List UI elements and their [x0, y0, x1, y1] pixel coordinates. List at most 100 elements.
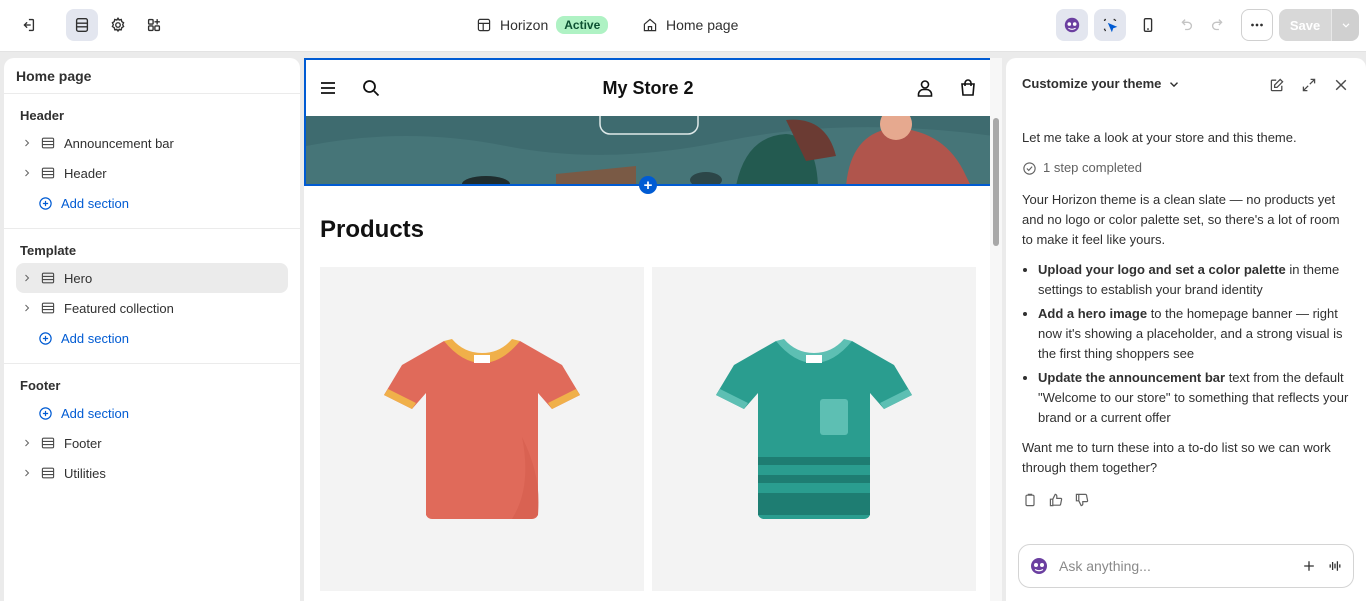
copy-icon[interactable] — [1022, 492, 1038, 508]
sections-icon[interactable] — [66, 9, 98, 41]
sections-sidebar: Home page Header Announcement bar Header… — [4, 58, 300, 601]
group-title: Header — [20, 108, 65, 123]
store-name: My Store 2 — [602, 77, 694, 98]
page-name: Home page — [666, 17, 739, 33]
products-heading: Products — [320, 216, 425, 243]
sidebar-title: Home page — [4, 58, 300, 94]
expand-icon[interactable] — [1300, 76, 1318, 94]
section-group-template: Template Hero Featured collection Add se… — [4, 229, 300, 364]
step-label: 1 step completed — [1043, 160, 1143, 175]
plus-circle-icon — [39, 196, 52, 210]
product-card[interactable] — [320, 267, 644, 591]
chevron-down-icon — [1170, 81, 1179, 87]
layout-icon — [477, 18, 491, 32]
undo-icon[interactable] — [1170, 9, 1202, 41]
redo-icon[interactable] — [1202, 9, 1234, 41]
sidebar-item-featured-collection[interactable]: Featured collection — [16, 293, 288, 323]
sidebar-item-label: Footer — [64, 435, 102, 451]
add-section-button[interactable]: Add section — [16, 398, 288, 428]
add-section-button[interactable]: Add section — [16, 323, 288, 353]
close-icon[interactable] — [1332, 76, 1350, 94]
theme-selector[interactable]: Horizon Active — [476, 14, 609, 36]
scroll-thumb[interactable] — [993, 118, 999, 246]
suggestion-bold: Add a hero image — [1038, 306, 1148, 321]
list-item: Upload your logo and set a color palette… — [1038, 260, 1350, 300]
voice-icon[interactable] — [1327, 558, 1343, 574]
sidebar-item-hero[interactable]: Hero — [16, 263, 288, 293]
section-icon — [41, 167, 55, 179]
sidebar-item-footer[interactable]: Footer — [16, 428, 288, 458]
list-item: Update the announcement bar text from th… — [1038, 368, 1350, 428]
add-section-label: Add section — [61, 195, 129, 211]
sidebar-item-label: Hero — [64, 270, 93, 286]
chevron-right-icon[interactable] — [22, 138, 32, 148]
suggestion-bold: Update the announcement bar — [1038, 370, 1226, 385]
assistant-title-dropdown[interactable]: Customize your theme — [1022, 76, 1181, 91]
suggestion-list: Upload your logo and set a color palette… — [1022, 260, 1350, 428]
thumbs-up-icon[interactable] — [1048, 492, 1064, 508]
group-title: Template — [20, 243, 77, 258]
list-item: Add a hero image to the homepage banner … — [1038, 304, 1350, 364]
section-group-header: Header Announcement bar Header Add secti… — [4, 94, 300, 229]
feedback-actions — [1022, 492, 1350, 508]
chevron-right-icon[interactable] — [22, 468, 32, 478]
chevron-right-icon[interactable] — [22, 438, 32, 448]
inspector-icon[interactable] — [1094, 9, 1126, 41]
gear-icon[interactable] — [102, 9, 134, 41]
chevron-right-icon[interactable] — [22, 168, 32, 178]
assistant-message: Let me take a look at your store and thi… — [1022, 130, 1297, 145]
suggestion-bold: Upload your logo and set a color palette — [1038, 262, 1286, 277]
section-icon — [41, 467, 55, 479]
add-section-label: Add section — [61, 405, 129, 421]
thumbs-down-icon[interactable] — [1074, 492, 1090, 508]
assistant-message: Want me to turn these into a to-do list … — [1022, 440, 1331, 475]
ask-box — [1018, 544, 1354, 588]
sidebar-item-label: Utilities — [64, 465, 106, 481]
ask-input[interactable] — [1059, 558, 1291, 574]
cart-icon[interactable] — [958, 78, 978, 98]
save-button[interactable]: Save — [1279, 9, 1331, 41]
sidebar-item-utilities[interactable]: Utilities — [16, 458, 288, 488]
sidekick-icon[interactable] — [1056, 9, 1088, 41]
group-title: Footer — [20, 378, 61, 393]
tshirt-icon — [384, 339, 580, 519]
assistant-message: Your Horizon theme is a clean slate — no… — [1022, 192, 1340, 247]
chevron-right-icon[interactable] — [22, 303, 32, 313]
assistant-title: Customize your theme — [1022, 76, 1162, 91]
preview-scrollbar[interactable] — [990, 58, 1002, 601]
sidebar-item-announcement-bar[interactable]: Announcement bar — [16, 128, 288, 158]
assistant-conversation: Let me take a look at your store and thi… — [1022, 128, 1350, 508]
section-group-footer: Footer Add section Footer Utilities — [4, 364, 300, 498]
add-block-icon[interactable]: + — [639, 176, 657, 194]
assistant-panel: Customize your theme Let me take a look … — [1006, 58, 1366, 601]
sidebar-item-header[interactable]: Header — [16, 158, 288, 188]
store-preview: My Store 2 + Products — [304, 58, 1002, 601]
chevron-right-icon[interactable] — [22, 273, 32, 283]
sidebar-item-label: Announcement bar — [64, 135, 174, 151]
plus-icon[interactable] — [1301, 558, 1317, 574]
sidekick-icon — [1031, 558, 1047, 574]
add-section-button[interactable]: Add section — [16, 188, 288, 218]
page-selector[interactable]: Home page — [642, 14, 738, 36]
mobile-preview-icon[interactable] — [1132, 9, 1164, 41]
preview-header[interactable]: My Store 2 — [304, 58, 992, 116]
more-icon[interactable] — [1241, 9, 1273, 41]
plus-circle-icon — [39, 406, 52, 420]
assistant-actions — [1268, 76, 1350, 94]
apps-icon[interactable] — [138, 9, 170, 41]
sidebar-item-label: Header — [64, 165, 107, 181]
new-chat-icon[interactable] — [1268, 76, 1286, 94]
top-bar: Horizon Active Home page Save — [0, 0, 1366, 52]
theme-name: Horizon — [500, 17, 549, 33]
home-icon — [643, 18, 657, 32]
section-icon — [41, 137, 55, 149]
product-card[interactable] — [652, 267, 976, 591]
sidebar-item-label: Featured collection — [64, 300, 174, 316]
exit-icon[interactable] — [12, 9, 44, 41]
status-badge: Active — [556, 16, 609, 34]
tshirt-icon — [716, 339, 912, 519]
step-status[interactable]: 1 step completed — [1022, 158, 1350, 178]
section-icon — [41, 437, 55, 449]
account-icon[interactable] — [915, 78, 935, 98]
chevron-down-icon[interactable] — [1331, 9, 1359, 41]
